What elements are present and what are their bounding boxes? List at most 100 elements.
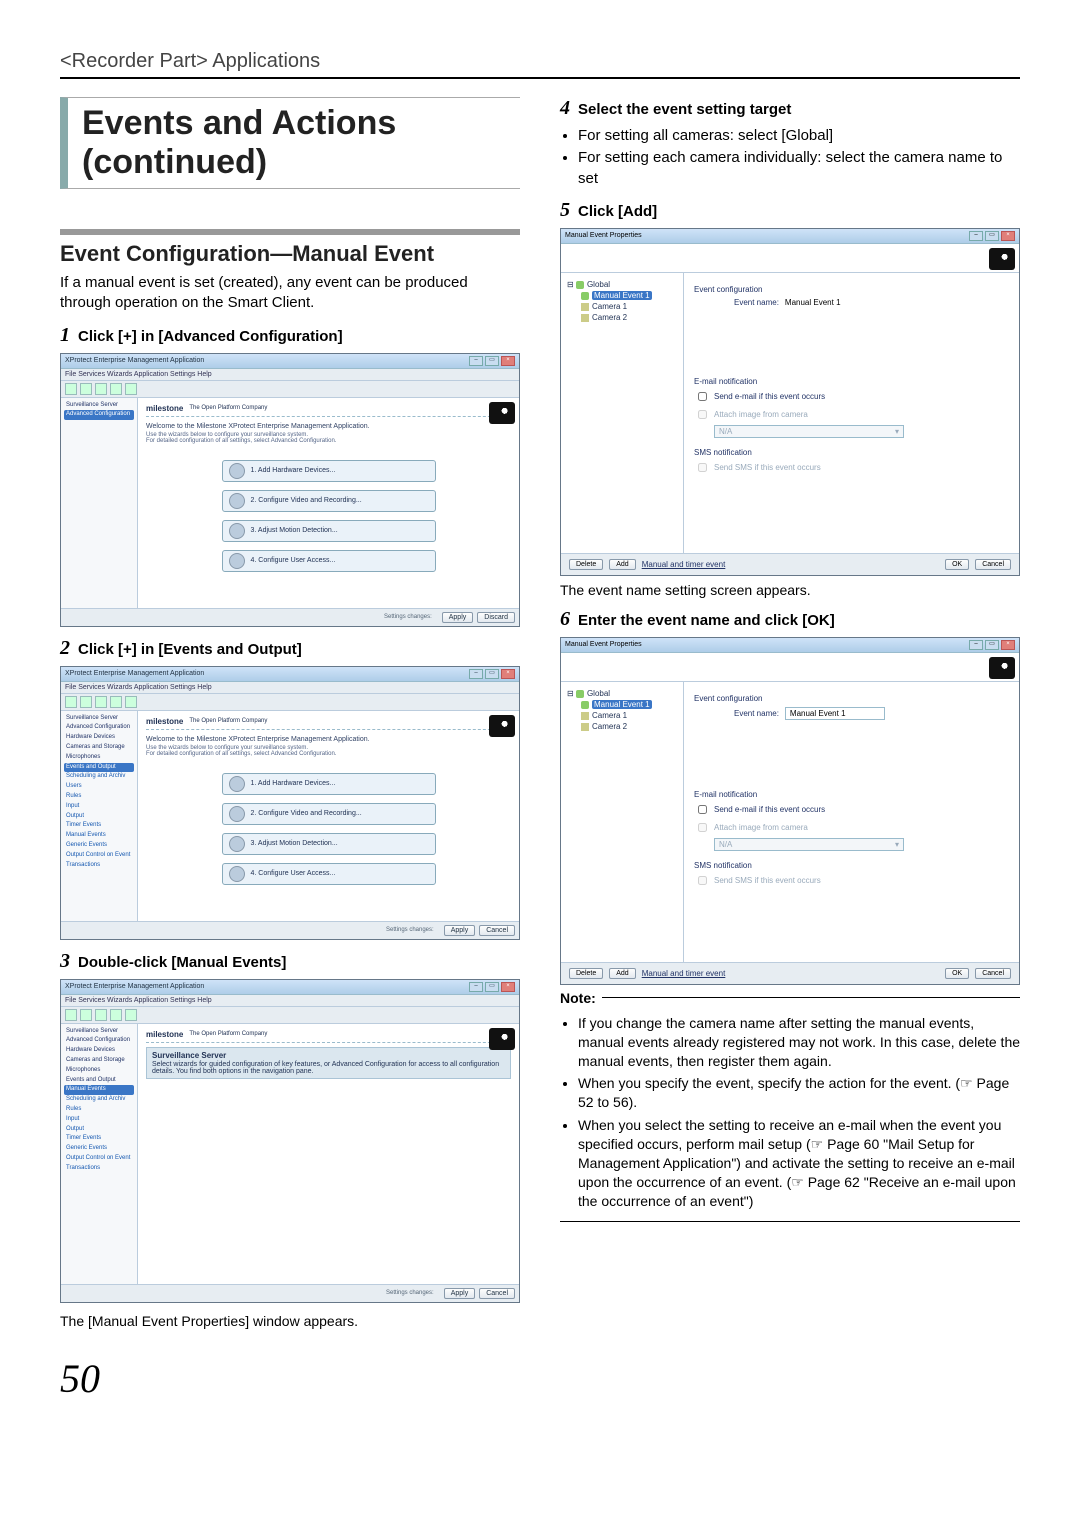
sidebar-item[interactable]: Events and Output: [64, 1076, 134, 1086]
checkbox[interactable]: [698, 823, 707, 832]
sidebar-item[interactable]: Generic Events: [64, 841, 134, 851]
add-button[interactable]: Add: [609, 559, 635, 570]
ok-button[interactable]: OK: [945, 559, 969, 570]
toolbar-icon[interactable]: [95, 696, 107, 708]
sidebar-item[interactable]: Advanced Configuration: [64, 723, 134, 733]
maximize-icon[interactable]: ▭: [485, 356, 499, 366]
tree-global[interactable]: ⊟ Global: [567, 688, 677, 699]
sidebar-item[interactable]: Users: [64, 782, 134, 792]
tree-camera1[interactable]: Camera 1: [567, 301, 677, 312]
chk-send-sms[interactable]: Send SMS if this event occurs: [694, 873, 1009, 888]
checkbox[interactable]: [698, 392, 707, 401]
sidebar-item[interactable]: Manual Events: [64, 831, 134, 841]
wizard-add-hardware[interactable]: 1. Add Hardware Devices...: [222, 773, 436, 795]
sidebar-item[interactable]: Scheduling and Archiv: [64, 772, 134, 782]
sidebar-item[interactable]: Scheduling and Archiv: [64, 1095, 134, 1105]
minimize-icon[interactable]: –: [469, 669, 483, 679]
wizard-user-access[interactable]: 4. Configure User Access...: [222, 550, 436, 572]
toolbar-icon[interactable]: [95, 383, 107, 395]
minimize-icon[interactable]: –: [969, 640, 983, 650]
toolbar-icon[interactable]: [125, 696, 137, 708]
toolbar-icon[interactable]: [110, 1009, 122, 1021]
toolbar-icon[interactable]: [125, 1009, 137, 1021]
tree-camera2[interactable]: Camera 2: [567, 312, 677, 323]
sidebar-item-events-output[interactable]: Events and Output: [64, 763, 134, 773]
cancel-button[interactable]: Cancel: [479, 925, 515, 936]
checkbox[interactable]: [698, 805, 707, 814]
maximize-icon[interactable]: ▭: [485, 982, 499, 992]
toolbar-icon[interactable]: [95, 1009, 107, 1021]
tree-camera2[interactable]: Camera 2: [567, 721, 677, 732]
sidebar-item[interactable]: Transactions: [64, 861, 134, 871]
minimize-icon[interactable]: –: [469, 982, 483, 992]
toolbar-icon[interactable]: [110, 383, 122, 395]
close-icon[interactable]: ×: [501, 982, 515, 992]
input-event-name[interactable]: Manual Event 1: [785, 707, 885, 720]
maximize-icon[interactable]: ▭: [985, 640, 999, 650]
close-icon[interactable]: ×: [1001, 640, 1015, 650]
wizard-user-access[interactable]: 4. Configure User Access...: [222, 863, 436, 885]
ok-button[interactable]: OK: [945, 968, 969, 979]
cancel-button[interactable]: Cancel: [479, 1288, 515, 1299]
menubar[interactable]: File Services Wizards Application Settin…: [61, 995, 519, 1007]
add-button[interactable]: Add: [609, 968, 635, 979]
delete-button[interactable]: Delete: [569, 559, 603, 570]
checkbox[interactable]: [698, 463, 707, 472]
sidebar-item[interactable]: Surveillance Server: [64, 1027, 134, 1037]
sidebar-item[interactable]: Generic Events: [64, 1144, 134, 1154]
maximize-icon[interactable]: ▭: [485, 669, 499, 679]
sidebar-item[interactable]: Timer Events: [64, 821, 134, 831]
tree-camera1[interactable]: Camera 1: [567, 710, 677, 721]
toolbar-icon[interactable]: [110, 696, 122, 708]
tree-manual-event[interactable]: Manual Event 1: [567, 699, 677, 710]
maximize-icon[interactable]: ▭: [985, 231, 999, 241]
sidebar-item[interactable]: Rules: [64, 1105, 134, 1115]
wizard-configure-video[interactable]: 2. Configure Video and Recording...: [222, 803, 436, 825]
toolbar-icon[interactable]: [65, 696, 77, 708]
toolbar-icon[interactable]: [65, 383, 77, 395]
sidebar-item[interactable]: Timer Events: [64, 1134, 134, 1144]
help-link[interactable]: Manual and timer event: [642, 969, 726, 978]
minimize-icon[interactable]: –: [469, 356, 483, 366]
chk-send-sms[interactable]: Send SMS if this event occurs: [694, 460, 1009, 475]
chk-attach-image[interactable]: Attach image from camera: [694, 407, 1009, 422]
delete-button[interactable]: Delete: [569, 968, 603, 979]
sidebar-item[interactable]: Cameras and Storage: [64, 743, 134, 753]
camera-select[interactable]: N/A▾: [714, 838, 904, 851]
wizard-configure-video[interactable]: 2. Configure Video and Recording...: [222, 490, 436, 512]
menubar[interactable]: File Services Wizards Application Settin…: [61, 682, 519, 694]
sidebar-item[interactable]: Microphones: [64, 1066, 134, 1076]
cancel-button[interactable]: Cancel: [975, 968, 1011, 979]
sidebar-item-advanced-config[interactable]: Advanced Configuration: [64, 410, 134, 420]
sidebar-item[interactable]: Surveillance Server: [64, 714, 134, 724]
sidebar-item[interactable]: Hardware Devices: [64, 733, 134, 743]
toolbar-icon[interactable]: [80, 696, 92, 708]
wizard-add-hardware[interactable]: 1. Add Hardware Devices...: [222, 460, 436, 482]
sidebar-item[interactable]: Output: [64, 812, 134, 822]
sidebar-item[interactable]: Cameras and Storage: [64, 1056, 134, 1066]
toolbar-icon[interactable]: [125, 383, 137, 395]
chk-attach-image[interactable]: Attach image from camera: [694, 820, 1009, 835]
toolbar-icon[interactable]: [65, 1009, 77, 1021]
toolbar-icon[interactable]: [80, 1009, 92, 1021]
chk-send-email[interactable]: Send e-mail if this event occurs: [694, 802, 1009, 817]
sidebar-item[interactable]: Transactions: [64, 1164, 134, 1174]
sidebar-item[interactable]: Advanced Configuration: [64, 1036, 134, 1046]
chk-send-email[interactable]: Send e-mail if this event occurs: [694, 389, 1009, 404]
checkbox[interactable]: [698, 410, 707, 419]
sidebar-item[interactable]: Input: [64, 802, 134, 812]
sidebar-item[interactable]: Rules: [64, 792, 134, 802]
sidebar-item[interactable]: Input: [64, 1115, 134, 1125]
apply-button[interactable]: Apply: [444, 1288, 476, 1299]
wizard-motion-detection[interactable]: 3. Adjust Motion Detection...: [222, 833, 436, 855]
checkbox[interactable]: [698, 876, 707, 885]
help-link[interactable]: Manual and timer event: [642, 560, 726, 569]
apply-button[interactable]: Apply: [442, 612, 474, 623]
toolbar-icon[interactable]: [80, 383, 92, 395]
discard-button[interactable]: Discard: [477, 612, 515, 623]
sidebar-item-manual-events[interactable]: Manual Events: [64, 1085, 134, 1095]
sidebar-item[interactable]: Hardware Devices: [64, 1046, 134, 1056]
cancel-button[interactable]: Cancel: [975, 559, 1011, 570]
wizard-motion-detection[interactable]: 3. Adjust Motion Detection...: [222, 520, 436, 542]
close-icon[interactable]: ×: [501, 669, 515, 679]
